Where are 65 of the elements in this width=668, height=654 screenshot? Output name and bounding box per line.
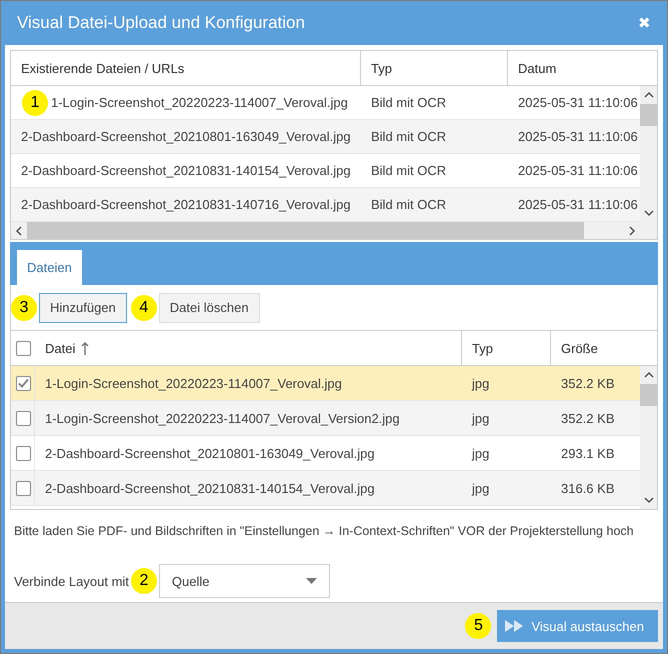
table-cell-text: 1-Login-Screenshot_20220223-114007_Veroval.jpg — [44, 376, 343, 390]
table-row[interactable]: 2-Dashboard-Screenshot_20210831-140154_Veroval.jpg jpg 316.6 KB — [11, 471, 640, 506]
table-cell-text: jpg — [470, 446, 490, 460]
table-cell-text: Bild mit OCR — [370, 163, 448, 178]
table-cell-text: 2-Dashboard-Screenshot_20210801-163049_Veroval.jpg — [20, 129, 351, 144]
vertical-scrollbar[interactable] — [640, 366, 657, 509]
table-cell: 1-Login-Screenshot_20220223-114007_Veroval.jpg — [51, 95, 348, 110]
table-row[interactable]: 1-Login-Screenshot_20220223-114007_Veroval.jpg jpg 352.2 KB — [11, 366, 640, 401]
tab[interactable]: Dateien — [17, 250, 82, 285]
scrollbar-thumb[interactable] — [640, 104, 657, 126]
column-header[interactable]: Typ — [472, 340, 493, 356]
scroll-down-icon[interactable] — [644, 495, 654, 505]
hint-text: Bitte laden Sie PDF- und Bildschriften in "Einstellungen → In-Context-Schriften" VOR der Projekterstellung hoch — [14, 524, 635, 538]
table-cell-text: 2-Dashboard-Screenshot_20210831-140154_Veroval.jpg — [20, 163, 351, 178]
scroll-up-icon[interactable] — [644, 90, 654, 100]
fast-forward-icon — [505, 620, 524, 632]
scroll-right-icon[interactable] — [627, 226, 637, 236]
callout-marker: 3 — [11, 294, 37, 320]
callout-marker: 4 — [130, 294, 157, 320]
table-row[interactable]: 2-Dashboard-Screenshot_20210801-163049_Veroval.jpg Bild mit OCR 2025-05-31 11:10:06 — [11, 120, 640, 154]
table-cell-text: Bild mit OCR — [370, 197, 448, 212]
dropdown-caret-icon — [306, 578, 317, 584]
table-cell-text: 2-Dashboard-Screenshot_20210801-163049_Veroval.jpg — [44, 446, 376, 460]
table-cell-text: 352.2 KB — [560, 410, 616, 426]
callout-marker: 5 — [465, 613, 492, 639]
table-row[interactable]: 1-Login-Screenshot_20220223-114007_Veroval_Version2.jpg jpg 352.2 KB — [11, 401, 640, 436]
table-cell-text: 293.1 KB — [560, 446, 616, 460]
table-cell-text: jpg — [470, 410, 490, 426]
scroll-left-icon[interactable] — [14, 226, 24, 236]
table-cell-text: 2025-05-31 11:10:06 — [517, 95, 639, 110]
column-header[interactable]: Datei — [45, 340, 76, 356]
table-cell-text: 316.6 KB — [560, 480, 616, 496]
callout-marker: 2 — [130, 568, 157, 594]
table-cell-text: Bild mit OCR — [370, 95, 448, 110]
scroll-up-icon[interactable] — [644, 370, 654, 380]
table-row[interactable]: 2-Dashboard-Screenshot_20210831-140716_Veroval.jpg Bild mit OCR 2025-05-31 11:10:06 — [11, 188, 640, 222]
layout-select[interactable]: Quelle — [158, 564, 330, 598]
column-header[interactable]: Existierende Dateien / URLs — [21, 60, 184, 76]
table-cell-text: Bild mit OCR — [370, 129, 448, 144]
table-cell-text: 2-Dashboard-Screenshot_20210831-140716_Veroval.jpg — [20, 197, 351, 212]
vertical-scrollbar[interactable] — [640, 86, 657, 222]
column-header[interactable]: Datum — [518, 60, 556, 76]
table-cell-text: 1-Login-Screenshot_20220223-114007_Veroval_Version2.jpg — [44, 410, 401, 426]
scrollbar-thumb[interactable] — [640, 384, 657, 406]
window-title: Visual Datei-Upload und Konfiguration — [17, 13, 305, 33]
checkbox[interactable] — [16, 410, 31, 426]
toolbar-button[interactable]: Datei löschen — [158, 292, 260, 322]
column-header[interactable]: Typ — [371, 60, 392, 76]
callout-marker: 1 — [22, 90, 48, 116]
table-cell-text: 2025-05-31 11:10:06 — [517, 163, 639, 178]
table-row[interactable]: 2-Dashboard-Screenshot_20210801-163049_Veroval.jpg jpg 293.1 KB — [11, 436, 640, 471]
column-header[interactable]: Größe — [561, 340, 598, 356]
table-cell-text: 352.2 KB — [560, 376, 616, 390]
toolbar-button[interactable]: Hinzufügen — [39, 292, 127, 322]
table-cell-text: 2025-05-31 11:10:06 — [517, 197, 639, 212]
select-label: Verbinde Layout mit — [14, 574, 129, 588]
scroll-down-icon[interactable] — [644, 208, 654, 218]
checkbox[interactable] — [16, 480, 31, 496]
table-cell-text: 2-Dashboard-Screenshot_20210831-140154_Veroval.jpg — [44, 480, 376, 496]
checkbox[interactable] — [16, 376, 31, 390]
table-cell-text: jpg — [470, 480, 490, 496]
table-cell-text: jpg — [470, 376, 490, 390]
table-cell-text: 2025-05-31 11:10:06 — [517, 129, 639, 144]
checkbox[interactable] — [16, 446, 31, 460]
checkbox[interactable] — [16, 340, 31, 356]
